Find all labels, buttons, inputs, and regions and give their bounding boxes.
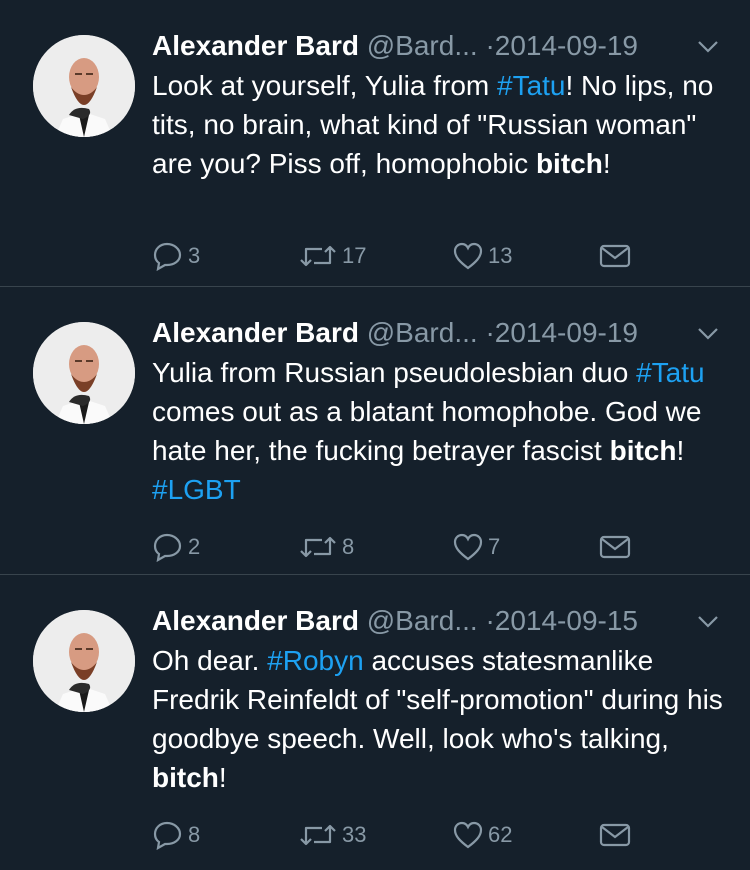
tweet-date[interactable]: 2014-09-19: [495, 317, 638, 348]
hashtag-link[interactable]: #LGBT: [152, 474, 241, 505]
chevron-down-icon[interactable]: [697, 40, 719, 54]
retweet-button[interactable]: 33: [298, 815, 366, 855]
reply-button[interactable]: 8: [152, 815, 200, 855]
text-segment: !: [602, 148, 611, 179]
text-segment: !: [676, 435, 685, 466]
separator-dot: ·: [485, 605, 495, 636]
hashtag-link[interactable]: #Tatu: [636, 357, 705, 388]
reply-icon: [153, 242, 182, 271]
avatar[interactable]: [33, 322, 135, 424]
retweet-button[interactable]: 17: [298, 236, 366, 276]
envelope-icon: [599, 535, 631, 559]
reply-icon: [153, 533, 182, 562]
like-button[interactable]: 62: [452, 815, 512, 855]
reply-button[interactable]: 2: [152, 527, 200, 567]
text-segment: Oh dear.: [152, 645, 268, 676]
bold-text: bitch: [535, 148, 603, 179]
like-count: 13: [488, 243, 513, 268]
tweet[interactable]: Alexander Bard @Bard... ·2014-09-15 Oh d…: [0, 575, 750, 870]
like-count: 62: [488, 822, 513, 847]
reply-count: 8: [188, 822, 201, 847]
avatar-image: [33, 610, 135, 712]
tweet-date[interactable]: 2014-09-19: [495, 30, 638, 61]
hashtag-link[interactable]: #Robyn: [267, 645, 364, 676]
chevron-down-icon[interactable]: [697, 615, 719, 629]
separator-dot: ·: [485, 30, 495, 61]
tweet-header: Alexander Bard @Bard... ·2014-09-15: [152, 603, 722, 639]
tweet[interactable]: Alexander Bard @Bard... ·2014-09-19 Yuli…: [0, 287, 750, 575]
bold-text: bitch: [609, 435, 677, 466]
author-name[interactable]: Alexander Bard: [152, 317, 359, 348]
tweet-header: Alexander Bard @Bard... ·2014-09-19: [152, 28, 722, 64]
reply-count: 3: [188, 243, 201, 268]
retweet-icon: [300, 536, 336, 558]
like-button[interactable]: 7: [452, 527, 500, 567]
tweet-actions: 2 8 7: [152, 527, 652, 567]
tweet-text: Look at yourself, Yulia from #Tatu! No l…: [152, 66, 732, 183]
tweet-actions: 3 17 13: [152, 236, 652, 276]
tweet-feed: Alexander Bard @Bard... ·2014-09-19 Look…: [0, 0, 750, 868]
retweet-count: 33: [342, 822, 367, 847]
heart-icon: [453, 242, 483, 270]
text-segment: Yulia from Russian pseudolesbian duo: [152, 357, 637, 388]
tweet-text: Oh dear. #Robyn accuses statesmanlike Fr…: [152, 641, 732, 797]
message-button[interactable]: [598, 815, 636, 855]
retweet-count: 8: [342, 534, 355, 559]
retweet-icon: [300, 824, 336, 846]
author-handle[interactable]: @Bard...: [367, 605, 478, 636]
envelope-icon: [599, 823, 631, 847]
message-button[interactable]: [598, 527, 636, 567]
like-button[interactable]: 13: [452, 236, 512, 276]
avatar-image: [33, 35, 135, 137]
envelope-icon: [599, 244, 631, 268]
avatar-image: [33, 322, 135, 424]
chevron-down-icon[interactable]: [697, 327, 719, 341]
avatar[interactable]: [33, 35, 135, 137]
text-segment: Look at yourself, Yulia from: [152, 70, 497, 101]
author-name[interactable]: Alexander Bard: [152, 605, 359, 636]
reply-icon: [153, 821, 182, 850]
tweet-actions: 8 33 62: [152, 815, 652, 855]
separator-dot: ·: [485, 317, 495, 348]
retweet-count: 17: [342, 243, 367, 268]
tweet[interactable]: Alexander Bard @Bard... ·2014-09-19 Look…: [0, 0, 750, 287]
retweet-button[interactable]: 8: [298, 527, 354, 567]
author-name[interactable]: Alexander Bard: [152, 30, 359, 61]
tweet-date[interactable]: 2014-09-15: [495, 605, 638, 636]
heart-icon: [453, 533, 483, 561]
author-handle[interactable]: @Bard...: [367, 30, 478, 61]
reply-count: 2: [188, 534, 201, 559]
message-button[interactable]: [598, 236, 636, 276]
text-segment: !: [218, 762, 227, 793]
heart-icon: [453, 821, 483, 849]
reply-button[interactable]: 3: [152, 236, 200, 276]
avatar[interactable]: [33, 610, 135, 712]
tweet-text: Yulia from Russian pseudolesbian duo #Ta…: [152, 353, 732, 509]
hashtag-link[interactable]: #Tatu: [497, 70, 566, 101]
tweet-header: Alexander Bard @Bard... ·2014-09-19: [152, 315, 722, 351]
author-handle[interactable]: @Bard...: [367, 317, 478, 348]
retweet-icon: [300, 245, 336, 267]
bold-text: bitch: [152, 762, 219, 793]
like-count: 7: [488, 534, 501, 559]
